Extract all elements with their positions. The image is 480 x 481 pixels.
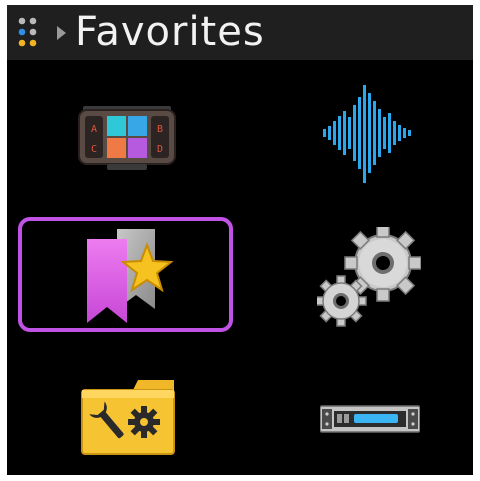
waveform-icon <box>323 85 411 183</box>
page-title: Favorites <box>75 9 265 55</box>
pad-controller-icon: A C B D <box>78 106 176 170</box>
pad-label-d: D <box>157 144 163 155</box>
folder-tools-icon <box>81 380 175 455</box>
tile-waveform[interactable] <box>321 83 417 185</box>
pad-label-a: A <box>91 124 97 135</box>
tile-bookmark-favorites[interactable] <box>83 227 179 327</box>
rack-device-icon <box>320 405 420 433</box>
dots-grid-icon[interactable] <box>17 16 47 50</box>
chevron-right-icon <box>57 26 66 40</box>
favorites-screen: Favorites A C B D <box>7 5 473 475</box>
pad-label-c: C <box>91 144 97 155</box>
tile-settings-gears[interactable] <box>317 227 421 327</box>
header-bar: Favorites <box>7 5 473 60</box>
gears-icon <box>317 227 421 327</box>
tile-pad-controller[interactable]: A C B D <box>77 102 177 174</box>
tile-folder-tools[interactable] <box>80 378 176 456</box>
pad-label-b: B <box>157 124 163 135</box>
bookmark-star-icon <box>87 229 174 323</box>
tile-rack-device[interactable] <box>320 405 420 433</box>
